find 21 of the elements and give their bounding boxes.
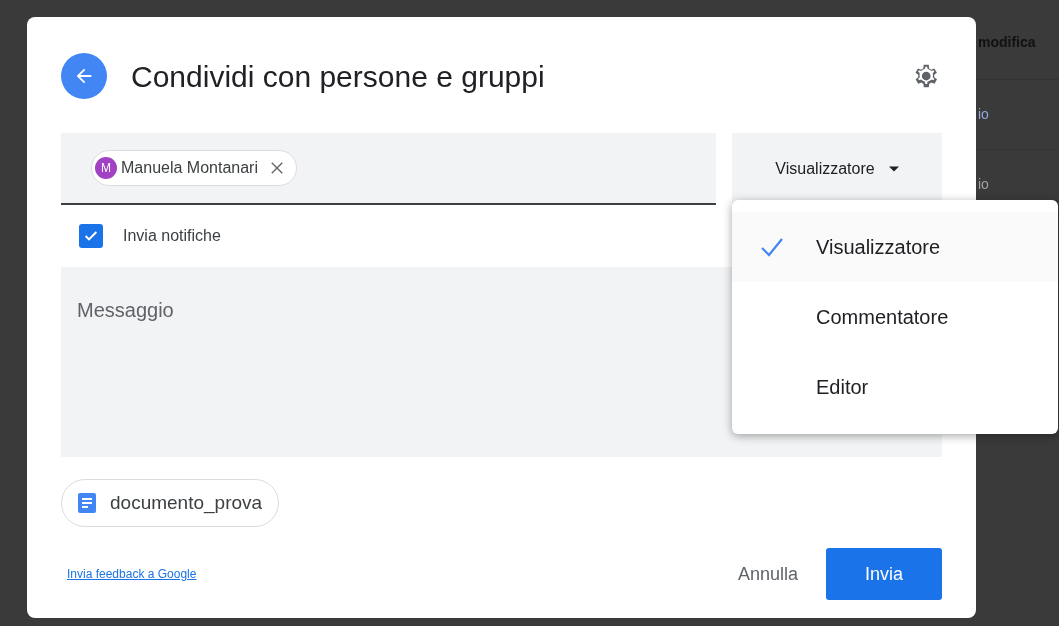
caret-icon — [888, 166, 899, 172]
row-text: io — [978, 175, 989, 194]
recipient-name: Manuela Montanari — [121, 158, 258, 178]
back-button[interactable] — [61, 53, 107, 99]
send-button[interactable]: Invia — [826, 548, 942, 600]
cancel-button[interactable]: Annulla — [723, 548, 812, 600]
recipients-field[interactable]: M Manuela Montanari — [61, 133, 716, 205]
notify-checkbox[interactable] — [79, 224, 103, 248]
avatar: M — [95, 157, 117, 179]
role-label: Visualizzatore — [816, 235, 941, 260]
role-dropdown[interactable]: Visualizzatore — [732, 133, 942, 205]
document-name: documento_prova — [110, 490, 263, 516]
dialog-title: Condividi con persone e gruppi — [131, 58, 546, 95]
document-icon — [78, 493, 96, 513]
check-icon — [760, 237, 784, 257]
feedback-link[interactable]: Invia feedback a Google — [67, 565, 197, 583]
recipient-chip[interactable]: M Manuela Montanari — [91, 150, 297, 186]
notify-label: Invia notifiche — [123, 226, 221, 246]
role-label: Editor — [816, 375, 869, 400]
row-text: io — [978, 105, 989, 124]
role-option[interactable]: Visualizzatore — [732, 212, 1058, 282]
